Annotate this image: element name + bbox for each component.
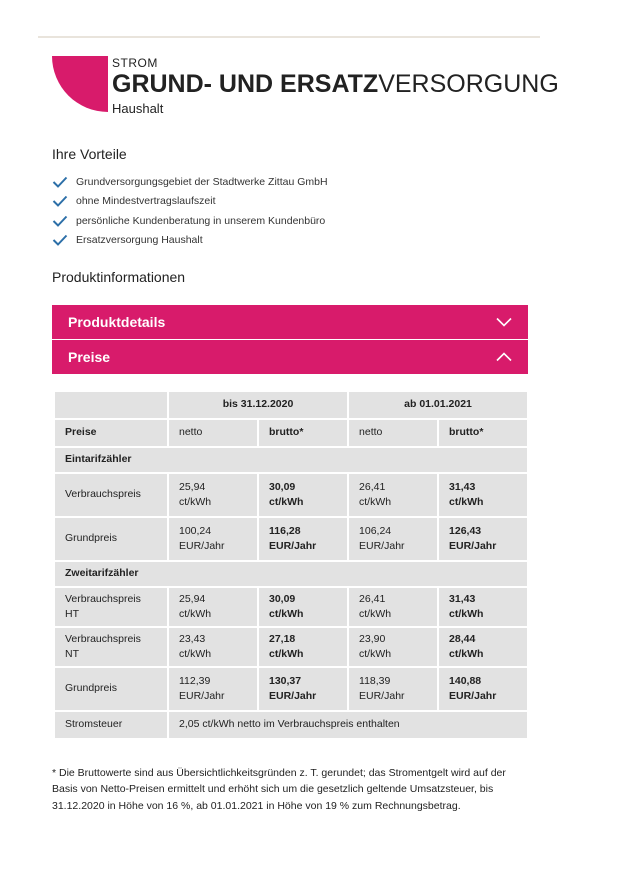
stromsteuer-value: 2,05 ct/kWh netto im Verbrauchspreis ent… (169, 712, 528, 738)
product-title-light: VERSORGUNG (378, 70, 559, 98)
row-label: Verbrauchspreis HT (55, 588, 167, 626)
row-label: Verbrauchspreis (55, 474, 167, 516)
product-header: STROM GRUND- UND ERSATZVERSORGUNG Hausha… (52, 56, 572, 126)
benefit-item: Ersatzversorgung Haushalt (52, 231, 522, 251)
group-label-eintarif: Eintarifzähler (55, 448, 528, 472)
price-cell: 31,43 ct/kWh (439, 588, 528, 626)
price-cell: 26,41 ct/kWh (349, 474, 438, 516)
price-cell: 106,24 EUR/Jahr (349, 518, 438, 560)
price-cell: 140,88 EUR/Jahr (439, 668, 528, 710)
price-cell: 23,43 ct/kWh (169, 628, 257, 666)
table-row: Grundpreis 100,24 EUR/Jahr 116,28 EUR/Jahr… (55, 518, 528, 560)
column-label-brutto: brutto* (439, 420, 528, 446)
period-header-1: bis 31.12.2020 (169, 392, 348, 418)
period-header-2: ab 01.01.2021 (349, 392, 528, 418)
brand-logo-shape (52, 56, 108, 112)
table-row: Verbrauchspreis HT 25,94 ct/kWh 30,09 ct/kW… (55, 588, 528, 626)
table-row: Stromsteuer 2,05 ct/kWh netto im Verbrau… (55, 712, 528, 738)
benefit-item: persönliche Kundenberatung in unserem Ku… (52, 211, 522, 231)
price-cell: 31,43 ct/kWh (439, 474, 528, 516)
price-cell: 25,94 ct/kWh (169, 474, 257, 516)
chevron-up-icon (496, 352, 512, 362)
checkmark-icon (52, 176, 68, 188)
top-divider (38, 36, 540, 38)
row-label: Grundpreis (55, 518, 167, 560)
price-cell: 100,24 EUR/Jahr (169, 518, 257, 560)
table-group-row: Zweitarifzähler (55, 562, 528, 586)
benefit-text: persönliche Kundenberatung in unserem Ku… (76, 214, 326, 227)
checkmark-icon (52, 215, 68, 227)
price-cell: 23,90 ct/kWh (349, 628, 438, 666)
column-label-brutto: brutto* (259, 420, 348, 446)
price-cell: 130,37 EUR/Jahr (259, 668, 348, 710)
table-row: Verbrauchspreis NT 23,43 ct/kWh 27,18 ct/kW… (55, 628, 528, 666)
row-label: Verbrauchspreis NT (55, 628, 167, 666)
benefit-text: Ersatzversorgung Haushalt (76, 234, 203, 247)
accordion-label: Preise (68, 349, 111, 365)
checkmark-icon (52, 235, 68, 247)
product-title: GRUND- UND ERSATZVERSORGUNG (112, 70, 559, 99)
price-cell: 112,39 EUR/Jahr (169, 668, 257, 710)
chevron-down-icon (496, 317, 512, 327)
price-cell: 26,41 ct/kWh (349, 588, 438, 626)
table-row: Preise netto brutto* netto brutto* (55, 420, 528, 446)
row-label-stromsteuer: Stromsteuer (55, 712, 167, 738)
price-table: bis 31.12.2020 ab 01.01.2021 Preise nett… (53, 390, 529, 740)
column-label-netto: netto (169, 420, 257, 446)
table-corner-cell (55, 392, 167, 418)
accordion-produktdetails[interactable]: Produktdetails (52, 305, 528, 339)
price-cell: 126,43 EUR/Jahr (439, 518, 528, 560)
price-cell: 30,09 ct/kWh (259, 474, 348, 516)
benefit-text: ohne Mindestvertragslaufszeit (76, 195, 216, 208)
column-label-preise: Preise (55, 420, 167, 446)
benefits-list: Grundversorgungsgebiet der Stadtwerke Zi… (52, 172, 522, 250)
price-cell: 118,39 EUR/Jahr (349, 668, 438, 710)
benefit-text: Grundversorgungsgebiet der Stadtwerke Zi… (76, 175, 328, 188)
price-cell: 25,94 ct/kWh (169, 588, 257, 626)
product-subtitle: Haushalt (112, 101, 164, 116)
price-cell: 116,28 EUR/Jahr (259, 518, 348, 560)
column-label-netto: netto (349, 420, 438, 446)
table-row: Verbrauchspreis 25,94 ct/kWh 30,09 ct/kWh … (55, 474, 528, 516)
accordion-preise[interactable]: Preise (52, 340, 528, 374)
footnote: * Die Bruttowerte sind aus Übersichtlich… (52, 767, 506, 812)
table-row: Grundpreis 112,39 EUR/Jahr 130,37 EUR/Jahr… (55, 668, 528, 710)
price-cell: 28,44 ct/kWh (439, 628, 528, 666)
group-label-zweitarif: Zweitarifzähler (55, 562, 528, 586)
product-title-bold: GRUND- UND ERSATZ (112, 70, 379, 98)
price-cell: 30,09 ct/kWh (259, 588, 348, 626)
row-label: Grundpreis (55, 668, 167, 710)
table-row: bis 31.12.2020 ab 01.01.2021 (55, 392, 528, 418)
benefit-item: Grundversorgungsgebiet der Stadtwerke Zi… (52, 172, 522, 192)
checkmark-icon (52, 196, 68, 208)
product-kicker: STROM (112, 56, 158, 70)
accordion-label: Produktdetails (68, 314, 166, 330)
table-group-row: Eintarifzähler (55, 448, 528, 472)
product-info-heading: Produktinformationen (52, 269, 186, 285)
benefit-item: ohne Mindestvertragslaufszeit (52, 192, 522, 212)
benefits-heading: Ihre Vorteile (52, 146, 127, 162)
price-cell: 27,18 ct/kWh (259, 628, 348, 666)
